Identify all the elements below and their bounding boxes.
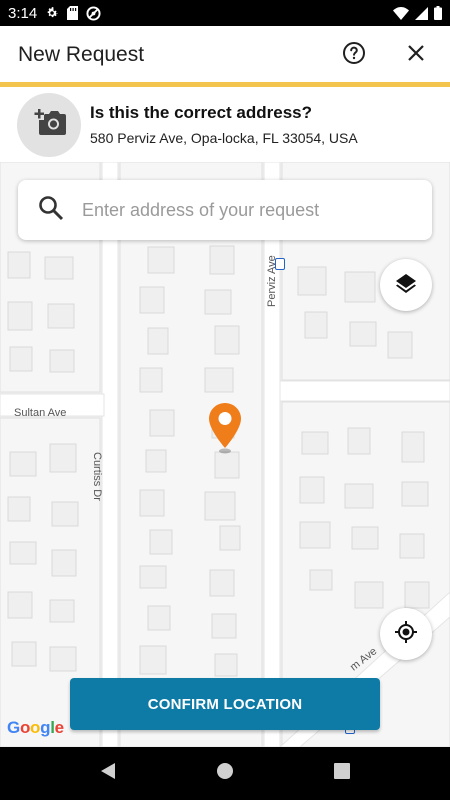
my-location-icon — [394, 620, 418, 649]
address-banner: Is this the correct address? 580 Perviz … — [0, 87, 450, 162]
confirm-location-button[interactable]: CONFIRM LOCATION — [70, 678, 380, 730]
help-button[interactable] — [338, 39, 370, 71]
search-input[interactable] — [82, 199, 402, 221]
nav-home-button[interactable] — [216, 762, 234, 785]
page-title: New Request — [18, 43, 145, 66]
bus-stop-icon — [275, 258, 285, 270]
add-photo-icon — [32, 107, 66, 142]
home-icon — [216, 762, 234, 785]
help-icon — [342, 41, 366, 70]
address-question: Is this the correct address? — [90, 103, 313, 122]
signal-icon — [415, 6, 428, 20]
add-photo-button[interactable] — [17, 92, 81, 157]
battery-icon — [434, 6, 442, 20]
recents-icon — [334, 763, 350, 784]
do-not-disturb-icon — [86, 5, 101, 21]
settings-icon — [45, 6, 59, 20]
my-location-button[interactable] — [380, 608, 432, 660]
nav-back-button[interactable] — [100, 762, 116, 785]
status-bar: 3:14 — [0, 0, 450, 26]
close-icon — [407, 44, 425, 67]
search-icon — [38, 195, 64, 226]
status-time: 3:14 — [8, 4, 38, 22]
address-value: 580 Perviz Ave, Opa-locka, FL 33054, USA — [90, 130, 358, 146]
layers-button[interactable] — [380, 259, 432, 311]
map-pin-icon — [207, 403, 243, 459]
wifi-icon — [393, 6, 409, 20]
address-search[interactable] — [18, 180, 432, 240]
back-icon — [100, 762, 116, 785]
sd-card-icon — [67, 6, 79, 20]
app-bar: New Request — [0, 26, 450, 84]
close-button[interactable] — [400, 39, 432, 71]
location-pin[interactable] — [207, 401, 243, 460]
street-label: Curtiss Dr — [91, 452, 103, 501]
layers-icon — [395, 272, 417, 299]
street-label: Sultan Ave — [14, 407, 67, 419]
system-nav-bar — [0, 747, 450, 800]
google-attribution: Google — [7, 718, 64, 737]
nav-recents-button[interactable] — [334, 763, 350, 784]
